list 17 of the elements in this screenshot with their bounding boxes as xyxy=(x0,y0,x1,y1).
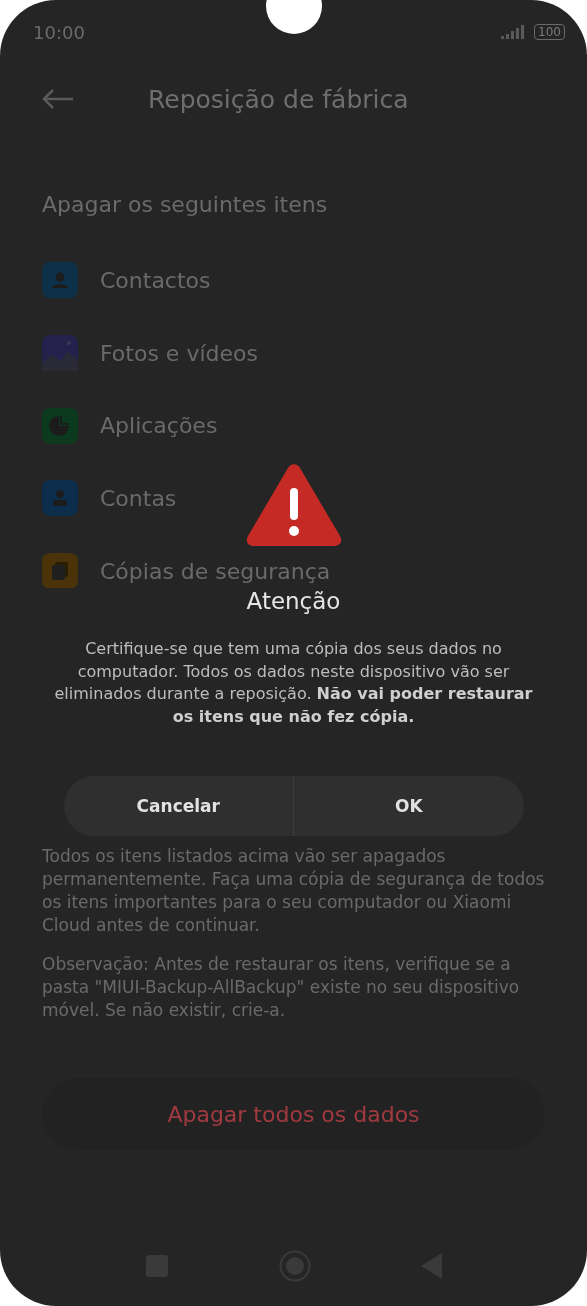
dialog-message: Certifique-se que tem uma cópia dos seus dados no computador. Todos os dados neste dispositivo vão ser eliminados durante a reposição. Não vai poder restaurar os itens que não fez cópia. xyxy=(53,638,534,728)
page-title: Reposição de fábrica xyxy=(148,84,409,114)
item-label: Aplicações xyxy=(100,413,218,439)
warning-icon xyxy=(245,462,342,548)
dialog-button[interactable]: OK xyxy=(293,776,524,836)
status-time: 10:00 xyxy=(33,21,85,43)
battery-level: 100 xyxy=(534,24,565,40)
item-label: Cópias de segurança xyxy=(100,558,331,584)
dialog-title: Atenção xyxy=(246,588,341,614)
back-arrow-icon[interactable] xyxy=(42,89,74,109)
info-paragraph: Todos os itens listados acima vão ser apagados permanentemente. Faça uma cópia de segurança de todos os itens importantes para o seu computador ou Xiaomi Cloud antes de continuar. xyxy=(42,845,545,938)
info-paragraph: Observação: Antes de restaurar os itens, verifique se a pasta "MIUI-Backup-AllBackup" existe no seu dispositivo móvel. Se não existir, crie-a. xyxy=(42,953,521,1023)
item-label: Contactos xyxy=(100,267,211,293)
dialog-button[interactable]: Cancelar xyxy=(63,776,293,836)
item-label: Fotos e vídeos xyxy=(100,340,258,366)
section-title: Apagar os seguintes itens xyxy=(42,190,329,219)
item-label: Contas xyxy=(100,485,177,511)
